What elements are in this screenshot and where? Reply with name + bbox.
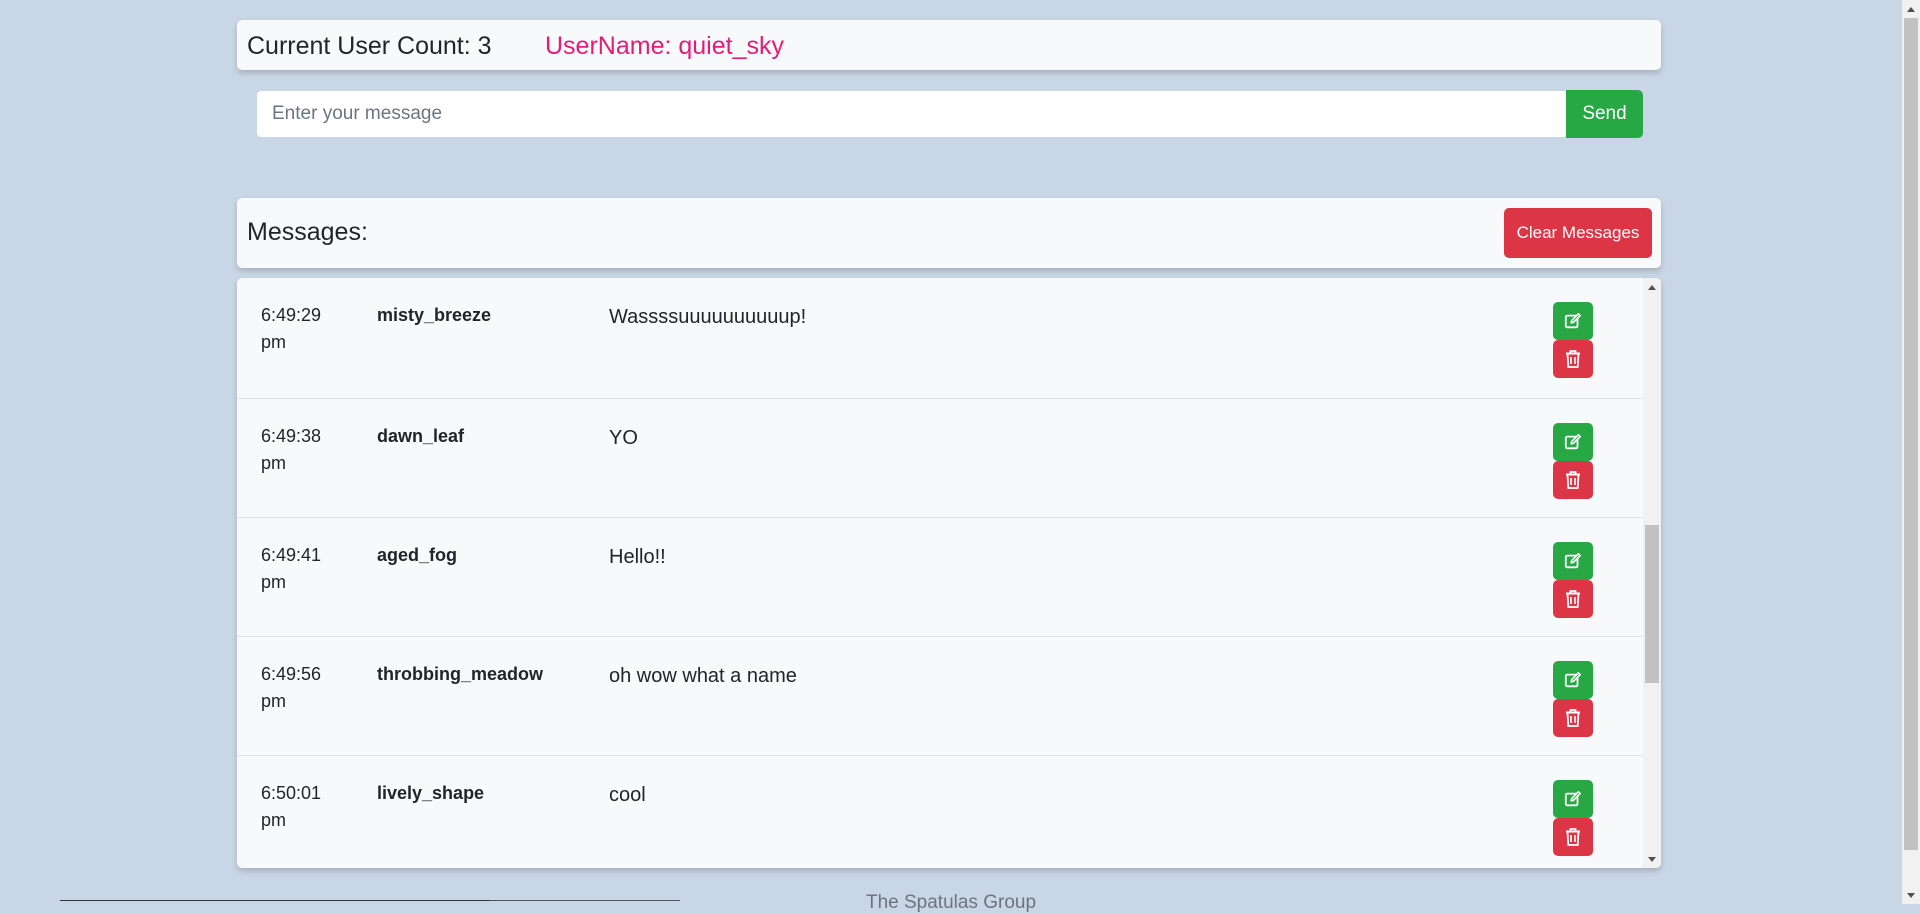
message-row: 6:49:29 pm misty_breeze Wassssuuuuuuuuuu… [237,278,1643,399]
delete-message-button[interactable] [1553,818,1593,856]
edit-message-button[interactable] [1553,661,1593,699]
trash-icon [1566,350,1580,368]
page-scroll-thumb[interactable] [1904,18,1918,850]
scroll-thumb[interactable] [1645,525,1659,683]
message-list-scrollbar[interactable] [1643,278,1661,868]
user-count: Current User Count: 3 [247,32,492,60]
page-scroll-up-arrow-icon[interactable] [1902,0,1920,17]
message-author: misty_breeze [377,305,492,325]
message-time: 6:50:01 pm [261,783,322,830]
page-scrollbar[interactable] [1902,0,1920,904]
edit-icon [1564,552,1582,569]
footer-text: The Spatulas Group [865,892,1037,913]
message-author: dawn_leaf [377,426,465,446]
message-row: 6:49:38 pm dawn_leaf YO [237,399,1643,518]
message-text: YO [609,427,638,449]
message-text: cool [609,784,646,806]
edit-message-button[interactable] [1553,542,1593,580]
message-author: aged_fog [377,545,458,565]
edit-icon [1564,312,1582,329]
message-time: 6:49:41 pm [261,545,322,592]
send-button[interactable]: Send [1566,90,1643,138]
delete-message-button[interactable] [1553,461,1593,499]
edit-icon [1564,671,1582,688]
messages-title: Messages: [247,218,368,246]
message-time: 6:49:56 pm [261,664,322,711]
edit-message-button[interactable] [1553,302,1593,340]
page-scroll-down-arrow-icon[interactable] [1902,887,1920,904]
delete-message-button[interactable] [1553,580,1593,618]
edit-icon [1564,433,1582,450]
delete-message-button[interactable] [1553,699,1593,737]
message-text: Hello!! [609,546,666,568]
message-row: 6:49:56 pm throbbing_meadow oh wow what … [237,637,1643,756]
scroll-down-arrow-icon[interactable] [1643,851,1661,868]
message-text: oh wow what a name [609,665,797,687]
clear-messages-button[interactable]: Clear Messages [1504,208,1652,258]
trash-icon [1566,590,1580,608]
trash-icon [1566,709,1580,727]
divider [60,900,490,901]
divider [490,900,680,901]
message-input[interactable] [257,91,1567,137]
message-time: 6:49:29 pm [261,305,322,352]
message-author: throbbing_meadow [377,664,543,684]
scroll-up-arrow-icon[interactable] [1643,278,1661,295]
edit-message-button[interactable] [1553,423,1593,461]
status-header: Current User Count: 3 UserName: quiet_sk… [237,20,1661,70]
message-list[interactable]: 6:49:29 pm misty_breeze Wassssuuuuuuuuuu… [237,278,1661,868]
trash-icon [1566,828,1580,846]
messages-header: Messages: Clear Messages [237,198,1661,268]
message-author: lively_shape [377,783,485,803]
current-username: UserName: quiet_sky [545,32,784,60]
message-time: 6:49:38 pm [261,426,322,473]
edit-message-button[interactable] [1553,780,1593,818]
message-row: 6:50:01 pm lively_shape cool [237,756,1643,868]
edit-icon [1564,790,1582,807]
message-row: 6:49:41 pm aged_fog Hello!! [237,518,1643,637]
message-rows: 6:49:29 pm misty_breeze Wassssuuuuuuuuuu… [237,278,1643,868]
trash-icon [1566,471,1580,489]
delete-message-button[interactable] [1553,340,1593,378]
message-text: Wassssuuuuuuuuuup! [609,306,807,328]
